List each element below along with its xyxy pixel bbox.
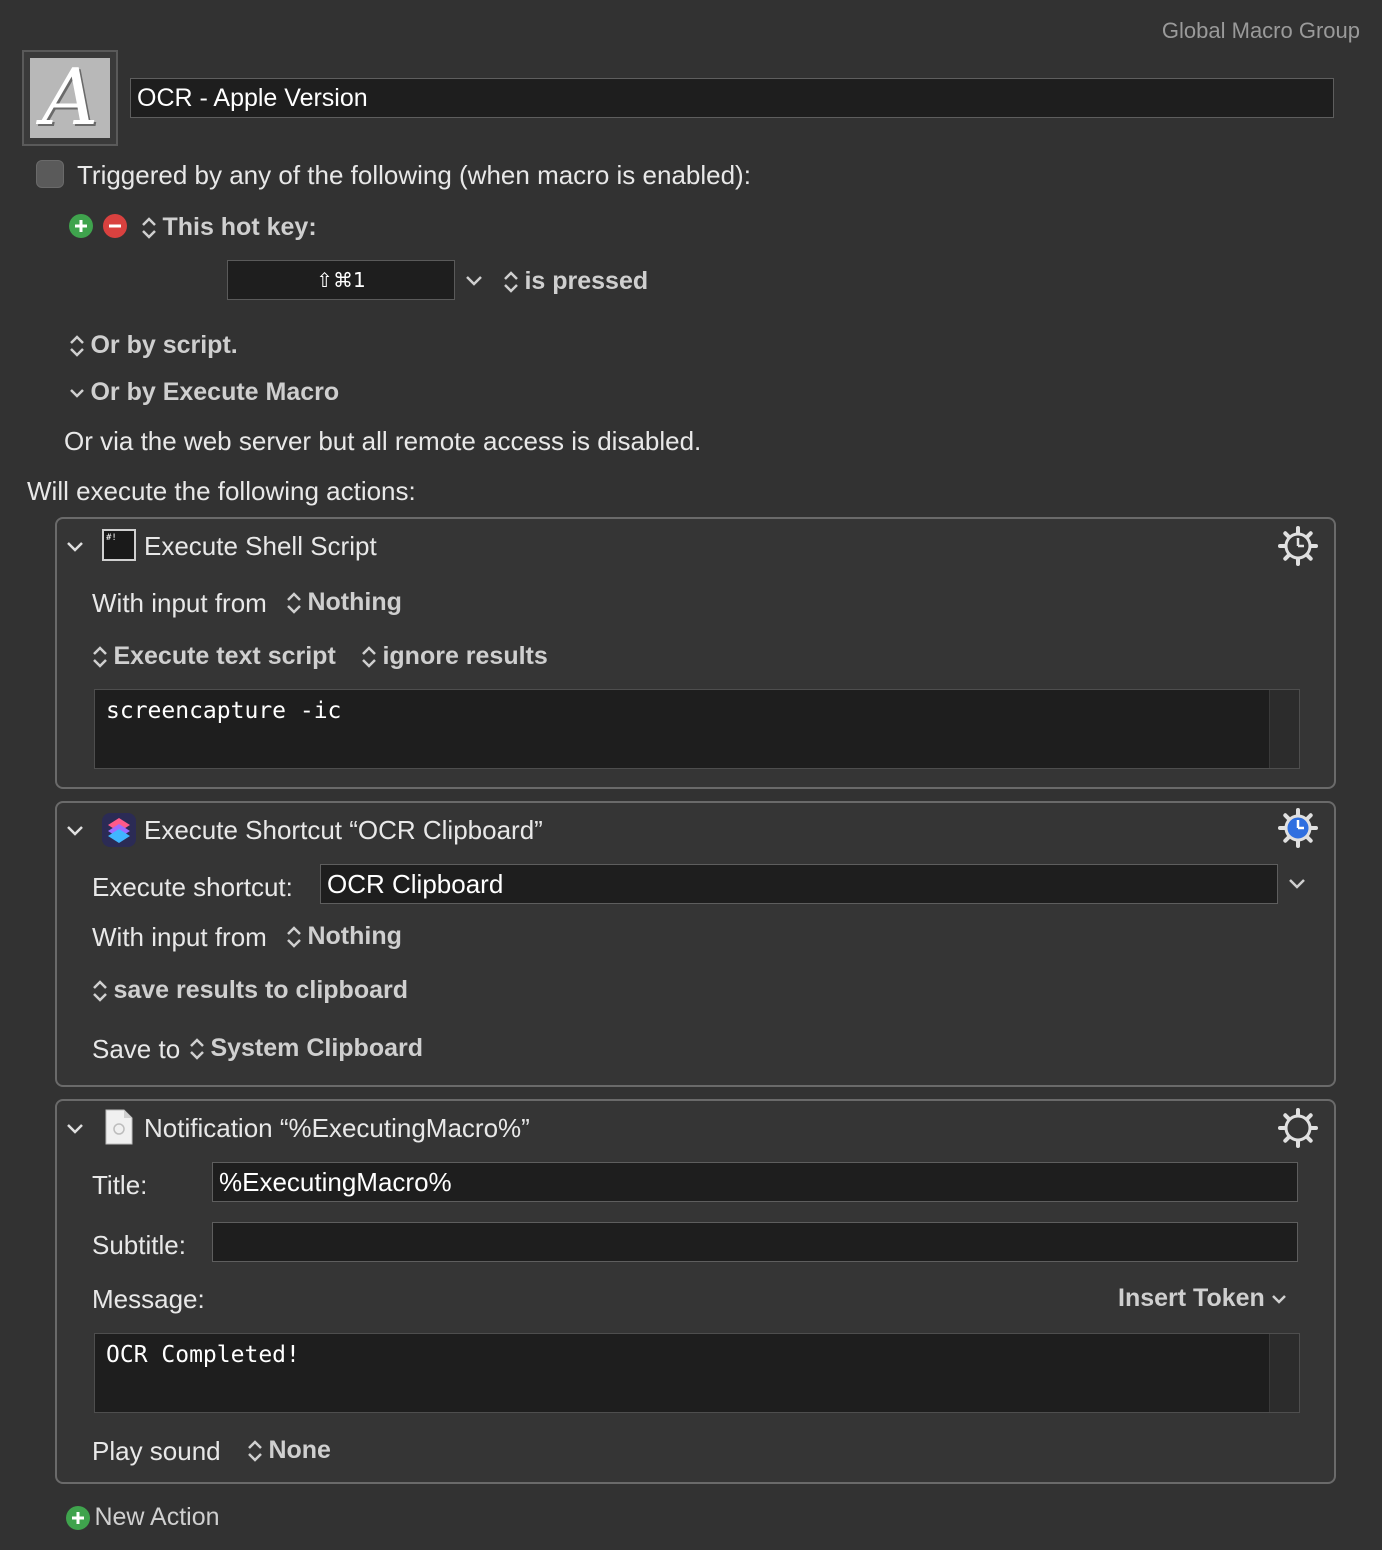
chevron-down-icon (67, 542, 83, 552)
hotkey-state-popup[interactable]: is pressed (502, 267, 648, 296)
up-down-chevron-icon (142, 216, 156, 239)
scrollbar[interactable] (1269, 690, 1299, 768)
remove-trigger-button[interactable] (103, 214, 127, 238)
script-mode-popup[interactable]: Execute text script (91, 642, 336, 671)
action-execute-shortcut[interactable]: Execute Shortcut “OCR Clipboard” Execute… (55, 801, 1336, 1087)
up-down-chevron-icon (70, 334, 84, 357)
plus-circle-icon (69, 214, 93, 238)
action-title: Execute Shortcut “OCR Clipboard” (144, 815, 543, 845)
message-text: OCR Completed! (106, 1342, 300, 1368)
notification-file-icon (105, 1109, 133, 1150)
action-execute-shell-script[interactable]: #! Execute Shell Script With input from … (55, 517, 1336, 789)
play-sound-label: Play sound (92, 1436, 221, 1466)
title-label: Title: (92, 1170, 148, 1200)
chevron-down-icon (1272, 1294, 1287, 1304)
macro-name-field[interactable]: OCR - Apple Version (130, 78, 1334, 118)
save-to-label: Save to (92, 1034, 181, 1064)
scrollbar[interactable] (1269, 1334, 1299, 1412)
macro-group-label[interactable]: Global Macro Group (1162, 18, 1360, 44)
new-action-button[interactable]: New Action (66, 1503, 220, 1532)
save-destination-popup[interactable]: System Clipboard (188, 1034, 423, 1063)
web-server-note: Or via the web server but all remote acc… (64, 426, 702, 456)
input-source-value: Nothing (307, 588, 402, 616)
save-destination-value: System Clipboard (210, 1034, 424, 1062)
input-from-label: With input from (92, 922, 267, 952)
chevron-down-icon (70, 388, 84, 398)
collapse-action-button[interactable] (65, 1119, 85, 1144)
shell-script-text: screencapture -ic (106, 698, 342, 724)
execute-shortcut-label: Execute shortcut: (92, 872, 293, 902)
chevron-down-icon (1289, 879, 1305, 889)
results-handling-value: ignore results (382, 642, 548, 670)
results-handling-popup[interactable]: save results to clipboard (91, 976, 408, 1005)
insert-token-menu[interactable]: Insert Token (1118, 1284, 1289, 1313)
input-source-popup[interactable]: Nothing (285, 922, 402, 951)
up-down-chevron-icon (190, 1037, 204, 1060)
chevron-down-icon (67, 826, 83, 836)
actions-heading: Will execute the following actions: (27, 476, 416, 506)
hotkey-dropdown-button[interactable] (464, 270, 484, 295)
action-title: Notification “%ExecutingMacro%” (144, 1113, 530, 1143)
up-down-chevron-icon (504, 270, 518, 293)
terminal-icon: #! (102, 529, 136, 566)
up-down-chevron-icon (248, 1439, 262, 1462)
sound-value: None (268, 1436, 331, 1464)
subtitle-label: Subtitle: (92, 1230, 186, 1260)
up-down-chevron-icon (362, 645, 376, 668)
hotkey-trigger-label: This hot key: (162, 213, 317, 241)
input-source-popup[interactable]: Nothing (285, 588, 402, 617)
plus-circle-icon (66, 1505, 90, 1530)
message-label: Message: (92, 1284, 205, 1314)
chevron-down-icon (466, 276, 482, 286)
input-from-label: With input from (92, 588, 267, 618)
shortcuts-app-icon (102, 813, 136, 852)
action-gear-button[interactable] (1277, 525, 1319, 572)
shell-script-editor[interactable]: screencapture -ic (94, 689, 1300, 769)
results-handling-popup[interactable]: ignore results (360, 642, 548, 671)
action-gear-button[interactable] (1277, 1107, 1319, 1154)
up-down-chevron-icon (93, 645, 107, 668)
collapse-action-button[interactable] (65, 821, 85, 846)
gear-icon (1278, 526, 1318, 566)
collapse-action-button[interactable] (65, 537, 85, 562)
up-down-chevron-icon (287, 591, 301, 614)
execute-macro-disclosure[interactable]: Or by Execute Macro (68, 378, 339, 407)
script-trigger-popup[interactable]: Or by script. (68, 331, 238, 360)
svg-text:#!: #! (106, 533, 117, 543)
gear-icon (1278, 1108, 1318, 1148)
macro-icon[interactable]: A (22, 50, 118, 146)
sound-popup[interactable]: None (246, 1436, 331, 1465)
trigger-type-popup[interactable]: This hot key: (140, 213, 317, 242)
hotkey-state-label: is pressed (524, 267, 649, 295)
minus-circle-icon (103, 214, 127, 238)
script-mode-value: Execute text script (113, 642, 336, 670)
shortcut-name-field[interactable]: OCR Clipboard (320, 864, 1278, 904)
notification-subtitle-field[interactable] (212, 1222, 1298, 1262)
trigger-enabled-checkbox[interactable] (36, 160, 64, 188)
letter-a-icon: A (30, 58, 110, 138)
add-trigger-button[interactable] (69, 214, 93, 238)
gear-timer-icon (1278, 808, 1318, 848)
hotkey-field[interactable]: ⇧⌘1 (227, 260, 455, 300)
action-title: Execute Shell Script (144, 531, 377, 561)
message-editor[interactable]: OCR Completed! (94, 1333, 1300, 1413)
shortcut-dropdown-button[interactable] (1287, 874, 1307, 899)
new-action-label: New Action (94, 1503, 220, 1531)
results-handling-value: save results to clipboard (113, 976, 408, 1004)
chevron-down-icon (67, 1124, 83, 1134)
input-source-value: Nothing (307, 922, 402, 950)
action-gear-button[interactable] (1277, 807, 1319, 854)
insert-token-label: Insert Token (1118, 1284, 1265, 1312)
notification-title-field[interactable]: %ExecutingMacro% (212, 1162, 1298, 1202)
by-execute-macro-label: Or by Execute Macro (90, 378, 340, 406)
up-down-chevron-icon (287, 925, 301, 948)
trigger-heading: Triggered by any of the following (when … (77, 160, 751, 190)
up-down-chevron-icon (93, 979, 107, 1002)
by-script-label: Or by script. (90, 331, 238, 359)
action-notification[interactable]: Notification “%ExecutingMacro%” Title: %… (55, 1099, 1336, 1484)
